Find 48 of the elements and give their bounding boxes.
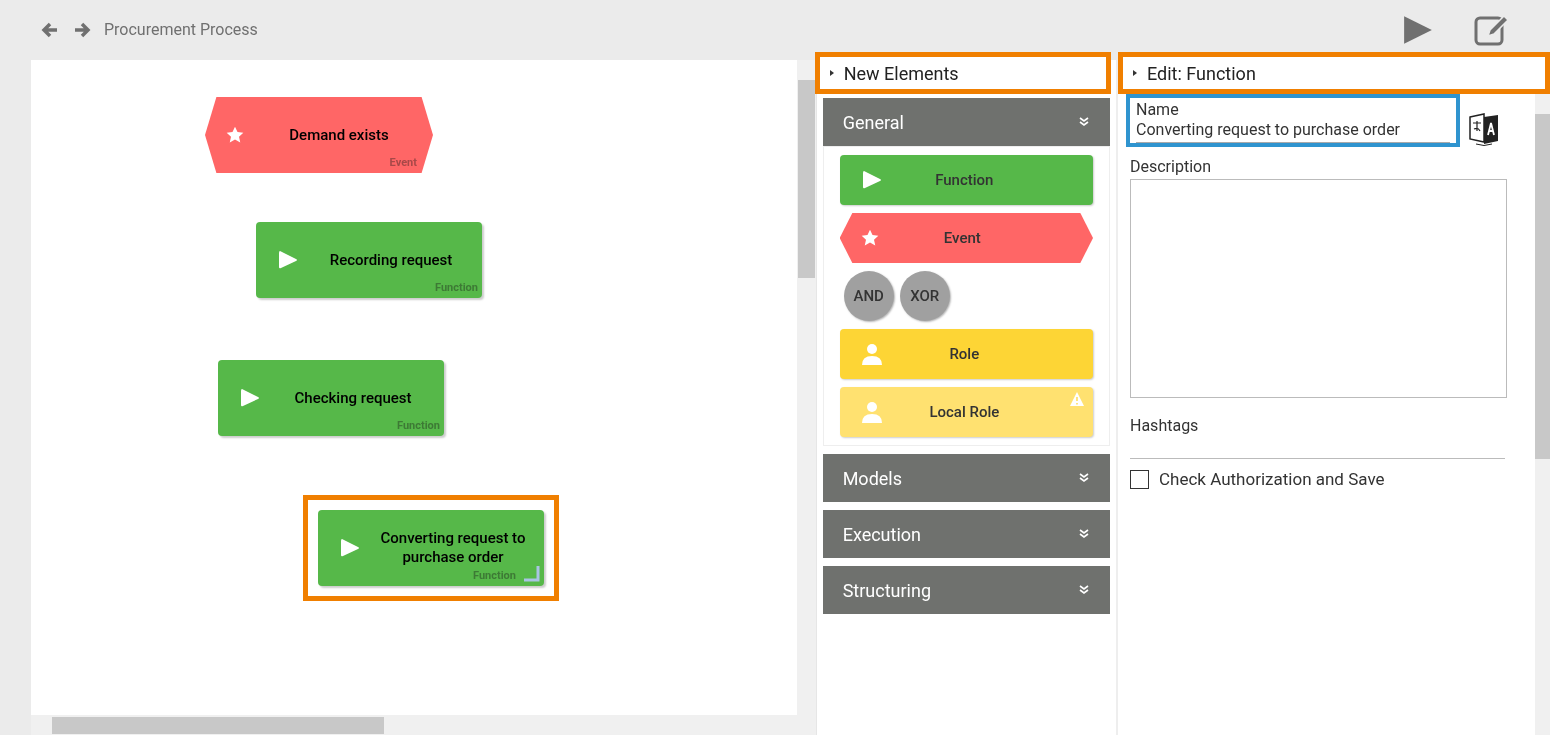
star-icon [859, 228, 880, 248]
description-field[interactable] [1130, 179, 1507, 398]
back-arrow-icon[interactable] [40, 20, 60, 40]
node-type-label: Function [435, 279, 478, 296]
checkbox[interactable] [1130, 470, 1149, 490]
panel-header[interactable]: Edit: Function [1118, 52, 1550, 94]
node-label: Demand exists [288, 125, 390, 145]
double-chevron-icon [1078, 584, 1090, 596]
node-type-label: Event [389, 154, 417, 171]
event-node[interactable]: Demand exists Event [205, 97, 433, 173]
description-label: Description [1130, 156, 1212, 178]
horizontal-scrollbar[interactable] [31, 715, 816, 735]
double-chevron-icon [1078, 116, 1090, 128]
breadcrumb-title: Procurement Process [104, 19, 258, 41]
section-header[interactable]: Models [822, 454, 1110, 502]
person-icon [859, 400, 884, 424]
section-header[interactable]: Execution [822, 510, 1110, 558]
gateway-palette-item[interactable]: XOR [899, 271, 950, 321]
node-label: Checking request [293, 388, 413, 408]
name-field[interactable]: Name Converting request to purchase order [1126, 94, 1460, 147]
node-label: Recording request [328, 250, 454, 270]
caret-icon [1131, 69, 1139, 77]
gateway-palette-item[interactable]: AND [843, 271, 894, 321]
hashtags-label: Hashtags [1130, 415, 1200, 437]
local-role-palette-item[interactable]: Local Role [839, 387, 1093, 437]
function-node[interactable]: Checking request Function [218, 360, 444, 436]
function-node[interactable]: Recording request Function [256, 222, 482, 298]
section-header[interactable]: General [822, 98, 1110, 146]
function-node[interactable]: Converting request to purchase order Function [318, 510, 544, 586]
play-button-icon[interactable] [1402, 14, 1434, 46]
event-palette-item[interactable]: Event [839, 213, 1093, 263]
panel-header[interactable]: New Elements [814, 52, 1111, 94]
node-type-label: Function [397, 417, 440, 434]
role-palette-item[interactable]: Role [839, 329, 1093, 379]
caret-icon [827, 69, 836, 77]
person-icon [859, 342, 884, 366]
translate-icon[interactable] [1468, 110, 1500, 147]
double-chevron-icon [1078, 472, 1090, 484]
check-authorization-checkbox[interactable]: Check Authorization and Save [1130, 467, 1507, 493]
function-palette-item[interactable]: Function [839, 155, 1093, 205]
resize-handle-icon [522, 564, 542, 584]
node-label: Converting request to purchase order [379, 529, 527, 567]
section-header[interactable]: Structuring [822, 566, 1110, 614]
vertical-scrollbar[interactable] [1535, 94, 1550, 735]
double-chevron-icon [1078, 528, 1090, 540]
forward-arrow-icon[interactable] [72, 20, 92, 40]
star-icon [225, 125, 245, 145]
node-type-label: Function [473, 567, 516, 584]
